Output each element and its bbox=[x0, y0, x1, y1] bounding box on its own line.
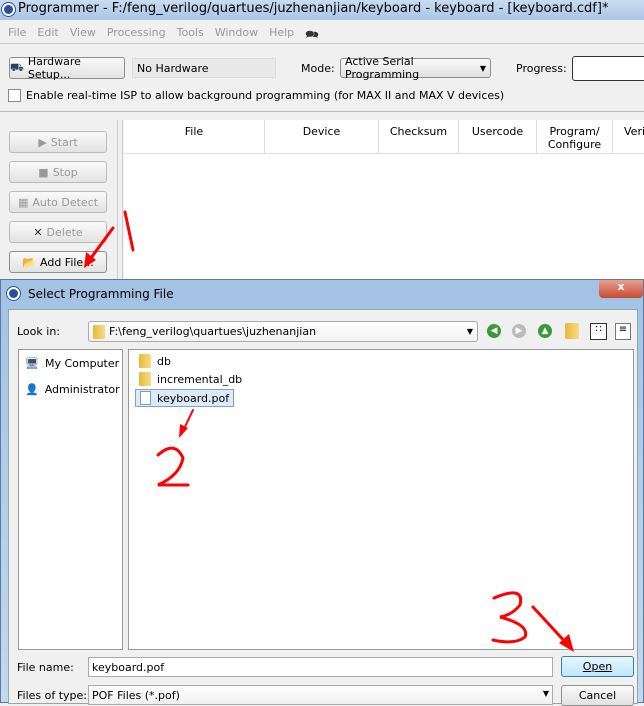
annotation-overlay bbox=[84, 210, 574, 652]
annotation-step-1 bbox=[123, 210, 135, 252]
arrowhead bbox=[179, 424, 188, 438]
annotation-step-2 bbox=[156, 446, 190, 487]
annotation-arrow-3 bbox=[531, 605, 570, 647]
annotation-step-3 bbox=[491, 591, 528, 644]
